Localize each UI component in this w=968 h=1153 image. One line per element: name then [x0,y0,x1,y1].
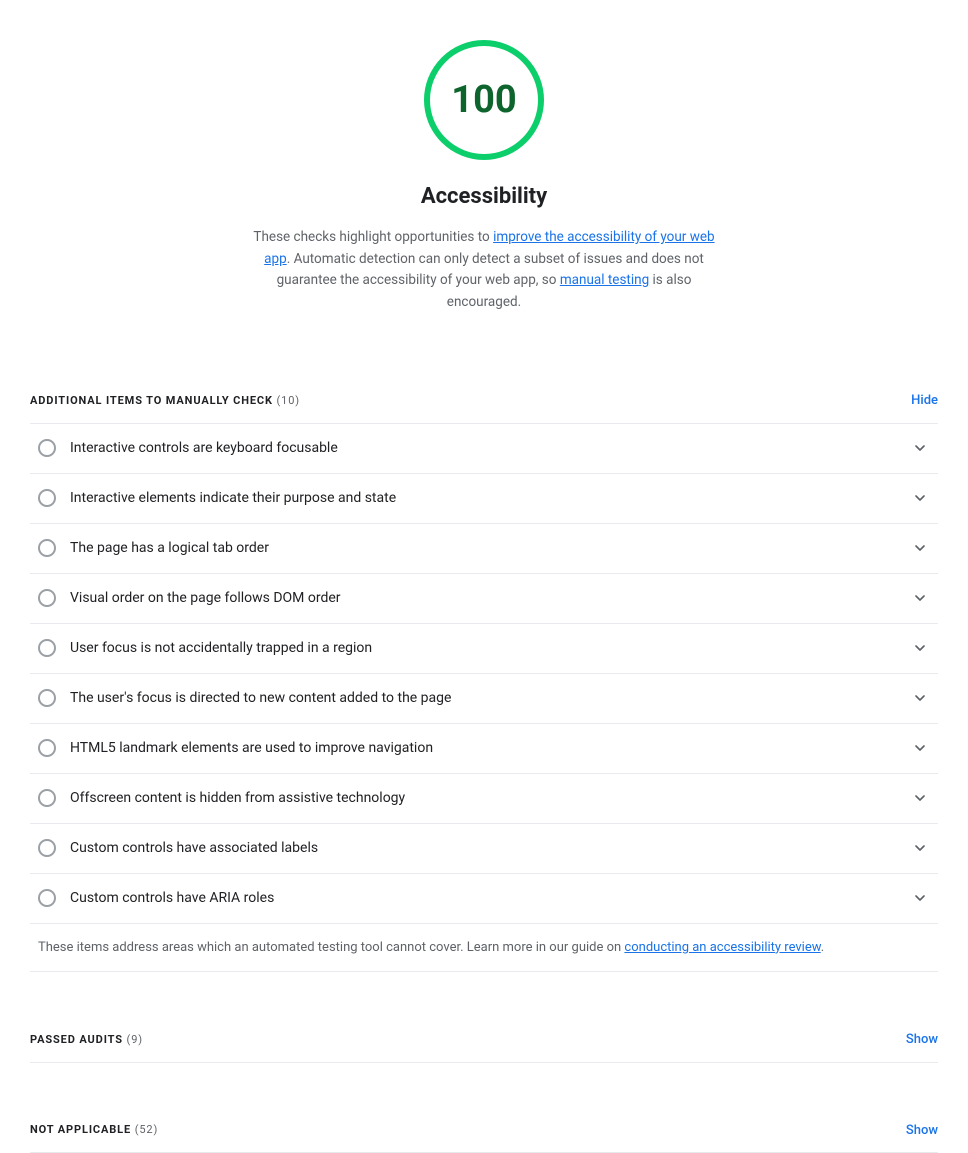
audit-status-circle [38,589,56,607]
passed-audits-count: (9) [127,1033,143,1046]
description-text-before: These checks highlight opportunities to [253,229,493,245]
chevron-down-icon [910,588,930,608]
chevron-down-icon [910,688,930,708]
manual-check-section: ADDITIONAL ITEMS TO MANUALLY CHECK (10) … [30,363,938,972]
audit-item-left: Visual order on the page follows DOM ord… [38,588,910,609]
audit-item-label: Custom controls have associated labels [70,838,318,859]
audit-item-label: Offscreen content is hidden from assisti… [70,788,405,809]
audit-status-circle [38,789,56,807]
audit-item[interactable]: Visual order on the page follows DOM ord… [30,574,938,624]
audit-item-label: HTML5 landmark elements are used to impr… [70,738,433,759]
audit-item[interactable]: The user's focus is directed to new cont… [30,674,938,724]
manual-check-count: (10) [277,394,300,407]
passed-audits-section: PASSED AUDITS (9) Show [30,1002,938,1063]
chevron-down-icon [910,638,930,658]
audit-item[interactable]: The page has a logical tab order [30,524,938,574]
audit-item-left: The page has a logical tab order [38,538,910,559]
chevron-down-icon [910,738,930,758]
audit-item-left: Offscreen content is hidden from assisti… [38,788,910,809]
chevron-down-icon [910,788,930,808]
chevron-down-icon [910,838,930,858]
passed-show-button[interactable]: Show [906,1030,938,1050]
not-applicable-header: NOT APPLICABLE (52) Show [30,1093,938,1153]
chevron-down-icon [910,538,930,558]
audit-item-label: User focus is not accidentally trapped i… [70,638,372,659]
audit-item[interactable]: Interactive elements indicate their purp… [30,474,938,524]
audit-status-circle [38,739,56,757]
audit-item-left: The user's focus is directed to new cont… [38,688,910,709]
not-applicable-section: NOT APPLICABLE (52) Show [30,1093,938,1153]
audit-item-left: Custom controls have ARIA roles [38,888,910,909]
score-number: 100 [451,72,516,129]
audit-item-label: Interactive elements indicate their purp… [70,488,396,509]
chevron-down-icon [910,888,930,908]
chevron-down-icon [910,438,930,458]
audit-status-circle [38,889,56,907]
audit-item-left: Custom controls have associated labels [38,838,910,859]
hide-button[interactable]: Hide [911,391,938,411]
audit-item[interactable]: User focus is not accidentally trapped i… [30,624,938,674]
chevron-down-icon [910,488,930,508]
audit-item-left: HTML5 landmark elements are used to impr… [38,738,910,759]
audit-item-left: Interactive controls are keyboard focusa… [38,438,910,459]
audit-item-label: Visual order on the page follows DOM ord… [70,588,341,609]
audit-item[interactable]: HTML5 landmark elements are used to impr… [30,724,938,774]
footer-text-before: These items address areas which an autom… [38,940,624,955]
passed-audits-header: PASSED AUDITS (9) Show [30,1002,938,1062]
not-applicable-show-button[interactable]: Show [906,1121,938,1141]
audit-item-left: User focus is not accidentally trapped i… [38,638,910,659]
audit-status-circle [38,639,56,657]
audit-item[interactable]: Custom controls have associated labels [30,824,938,874]
passed-divider [30,1062,938,1063]
audit-item[interactable]: Offscreen content is hidden from assisti… [30,774,938,824]
audit-status-circle [38,689,56,707]
manual-check-header: ADDITIONAL ITEMS TO MANUALLY CHECK (10) … [30,363,938,423]
audit-list: Interactive controls are keyboard focusa… [30,423,938,924]
audit-item[interactable]: Interactive controls are keyboard focusa… [30,424,938,474]
score-description: These checks highlight opportunities to … [244,227,724,313]
accessibility-review-link[interactable]: conducting an accessibility review [624,940,820,955]
manual-check-title: ADDITIONAL ITEMS TO MANUALLY CHECK (10) [30,393,300,410]
audit-item-left: Interactive elements indicate their purp… [38,488,910,509]
audit-status-circle [38,839,56,857]
audit-item-label: Custom controls have ARIA roles [70,888,274,909]
score-circle: 100 [424,40,544,160]
passed-audits-title: PASSED AUDITS (9) [30,1032,143,1049]
not-applicable-count: (52) [135,1123,158,1136]
audit-item-label: The page has a logical tab order [70,538,269,559]
score-section: 100 Accessibility These checks highlight… [30,0,938,333]
audit-item-label: Interactive controls are keyboard focusa… [70,438,338,459]
audit-item-label: The user's focus is directed to new cont… [70,688,451,709]
audit-status-circle [38,539,56,557]
footer-text-after: . [821,940,824,955]
score-title: Accessibility [421,180,547,213]
audit-status-circle [38,489,56,507]
audit-status-circle [38,439,56,457]
audit-item[interactable]: Custom controls have ARIA roles [30,874,938,924]
manual-testing-link[interactable]: manual testing [560,272,649,288]
not-applicable-title: NOT APPLICABLE (52) [30,1122,158,1139]
manual-check-footer: These items address areas which an autom… [30,924,938,973]
